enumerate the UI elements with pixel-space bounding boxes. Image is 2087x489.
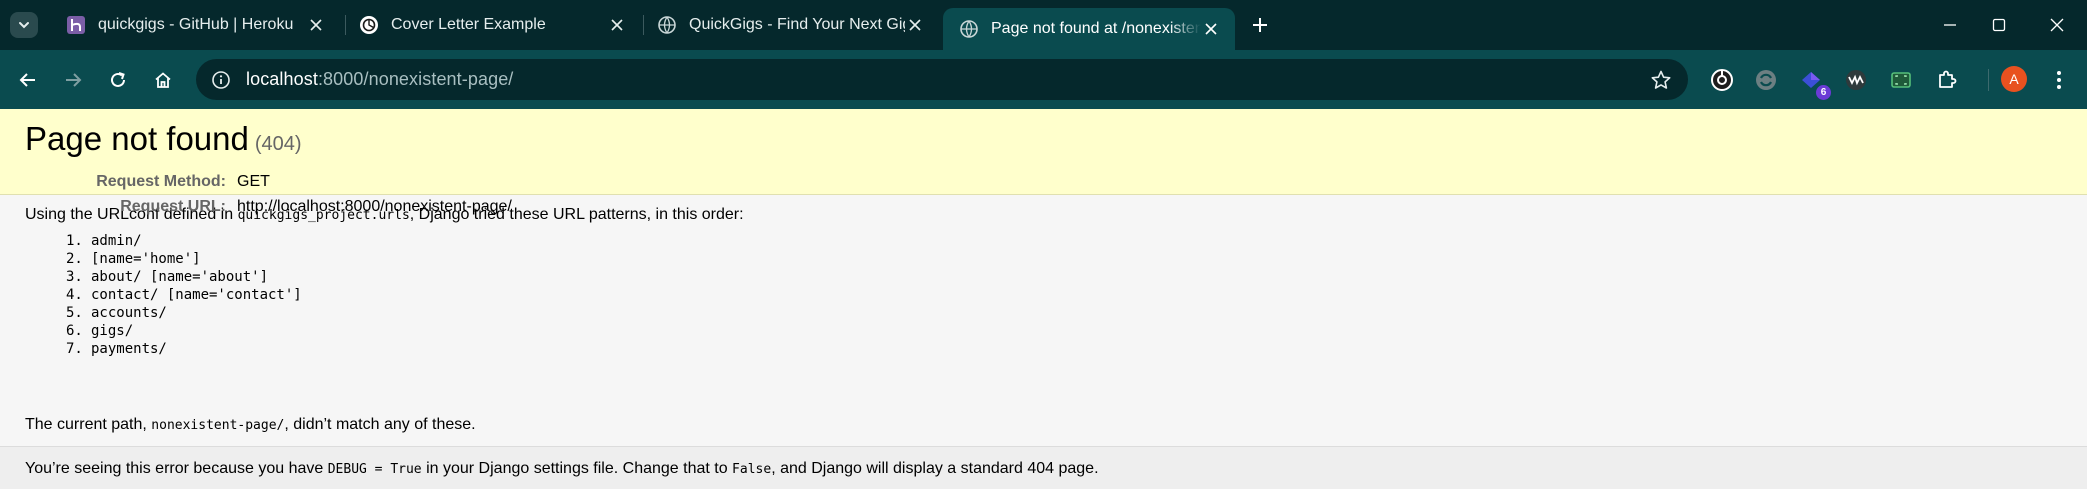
request-method-value: GET [237,173,270,190]
close-icon[interactable] [905,15,925,35]
url-path: :8000/nonexistent-page/ [317,69,514,89]
extension-shapes-icon[interactable]: 6 [1797,66,1831,100]
current-path-message: The current path, nonexistent-page/, did… [25,416,476,434]
tab-search-button[interactable] [10,12,38,38]
heroku-icon [66,15,86,35]
extension-badge: 6 [1816,85,1831,100]
url-pattern: payments/ [91,341,167,357]
url-pattern: admin/ [91,233,142,249]
forward-button[interactable] [56,63,90,97]
plus-icon [1253,18,1267,32]
tab-cover-letter[interactable]: Cover Letter Example [343,8,641,42]
request-url-value: http://localhost:8000/nonexistent-page/ [237,198,512,215]
url-pattern: about/ [name='about'] [91,269,269,285]
reload-icon [111,72,125,87]
url-host: localhost [246,69,318,89]
close-icon[interactable] [1201,19,1221,39]
page-title: Page not found (404) [25,120,302,158]
error-summary: Page not found (404) Request Method: GET [0,109,2087,195]
close-icon [2050,18,2064,32]
url-text[interactable]: localhost:8000/nonexistent-page/ [246,69,513,90]
address-bar[interactable]: localhost:8000/nonexistent-page/ [196,59,1688,100]
list-item: 3. about/ [name='about'] [66,269,269,285]
list-item: 4. contact/ [name='contact'] [66,287,302,303]
extension-wave-icon[interactable] [1842,66,1870,94]
close-window-button[interactable] [2042,10,2072,40]
page-title-text: Page not found [25,120,249,157]
tab-page-not-found[interactable]: Page not found at /nonexistent-page/ [943,8,1235,50]
url-pattern: accounts/ [91,305,167,321]
list-item: 5. accounts/ [66,305,167,321]
current-path: nonexistent-page/ [151,418,285,433]
extension-sync-icon[interactable] [1752,66,1780,94]
debug-message: You’re seeing this error because you hav… [25,460,1099,478]
minimize-icon [1944,24,1956,26]
arrow-right-icon [66,73,82,87]
list-item: 2. [name='home'] [66,251,201,267]
url-pattern: [name='home'] [91,251,201,267]
bookmark-star-icon[interactable] [1650,69,1672,91]
extensions-puzzle-icon[interactable] [1933,66,1961,94]
list-item: 7. payments/ [66,341,167,357]
debug-false: False [732,462,772,477]
home-icon [155,72,171,88]
debug-before: You’re seeing this error because you hav… [25,460,328,477]
list-item: 6. gigs/ [66,323,134,339]
current-path-after: , didn’t match any of these. [284,416,476,433]
urlconf-info: Using the URLconf defined in quickgigs_p… [0,195,2087,447]
page-content: Page not found (404) Request Method: GET … [0,109,2087,489]
tab-title: quickgigs - GitHub | Heroku [98,16,294,33]
arrow-left-icon [19,73,35,87]
url-pattern: contact/ [name='contact'] [91,287,302,303]
tab-quickgigs-heroku[interactable]: quickgigs - GitHub | Heroku [50,8,340,42]
globe-icon [959,19,979,39]
url-pattern-list: 1. admin/ 2. [name='home'] 3. about/ [na… [66,232,302,358]
debug-code: DEBUG = True [327,462,422,477]
browser-toolbar: localhost:8000/nonexistent-page/ 6 A [0,50,2087,109]
request-url-label: Request URL: [120,198,226,215]
tab-title: Cover Letter Example [391,16,546,33]
debug-after: , and Django will display a standard 404… [771,460,1099,477]
tab-title: Page not found at /nonexistent-page/ [991,20,1201,37]
debug-middle: in your Django settings file. Change tha… [421,460,733,477]
home-button[interactable] [146,63,180,97]
reload-button[interactable] [101,63,135,97]
maximize-button[interactable] [1984,10,2014,40]
back-button[interactable] [11,63,45,97]
url-pattern: gigs/ [91,323,134,339]
extension-screenshot-icon[interactable] [1887,66,1915,94]
debug-explanation: You’re seeing this error because you hav… [0,447,2087,489]
close-icon[interactable] [306,15,326,35]
new-tab-button[interactable] [1247,12,1273,38]
openai-icon [359,15,379,35]
tab-strip: quickgigs - GitHub | Heroku Cover Letter… [0,0,2087,50]
toolbar-separator [1988,69,1989,91]
maximize-icon [1992,18,2006,32]
profile-avatar[interactable]: A [2001,66,2027,92]
current-path-before: The current path, [25,416,152,433]
site-info-icon[interactable] [210,69,232,91]
list-item: 1. admin/ [66,233,142,249]
minimize-button[interactable] [1935,10,1965,40]
globe-icon [657,15,677,35]
extension-tracker-icon[interactable] [1708,66,1736,94]
close-icon[interactable] [607,15,627,35]
chevron-down-icon [19,22,29,29]
more-menu-icon[interactable] [2048,66,2070,94]
tab-title: QuickGigs - Find Your Next Gig [689,16,905,33]
request-method-label: Request Method: [96,173,226,190]
tab-quickgigs-home[interactable]: QuickGigs - Find Your Next Gig [641,8,939,42]
status-code: (404) [254,133,302,155]
